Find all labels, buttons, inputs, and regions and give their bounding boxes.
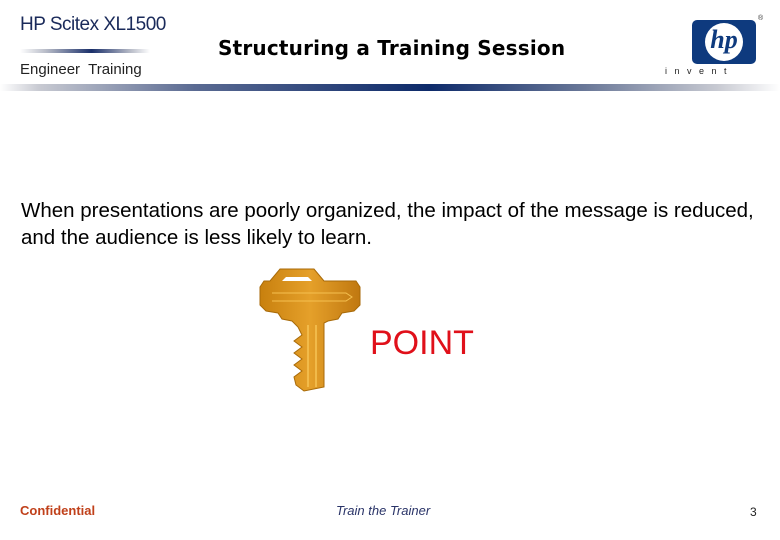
- product-name: HP Scitex XL1500: [20, 14, 166, 35]
- footer-course-name: Train the Trainer: [336, 503, 431, 518]
- logo-mark: hp: [710, 25, 738, 54]
- page-number: 3: [750, 505, 757, 519]
- hp-logo: hp: [692, 20, 756, 64]
- slide-title: Structuring a Training Session: [218, 36, 566, 60]
- subtitle: Engineer Training: [20, 61, 142, 78]
- body-text: When presentations are poorly organized,…: [21, 199, 754, 249]
- key-icon: [259, 268, 361, 392]
- registered-mark: ®: [758, 15, 764, 22]
- key-hole: [282, 277, 312, 281]
- product-divider: [20, 49, 150, 53]
- footer-confidential: Confidential: [20, 503, 96, 518]
- header-divider: [0, 84, 780, 91]
- key-bow: [259, 268, 361, 392]
- logo-tagline: invent: [665, 66, 735, 76]
- point-label: POINT: [370, 324, 474, 362]
